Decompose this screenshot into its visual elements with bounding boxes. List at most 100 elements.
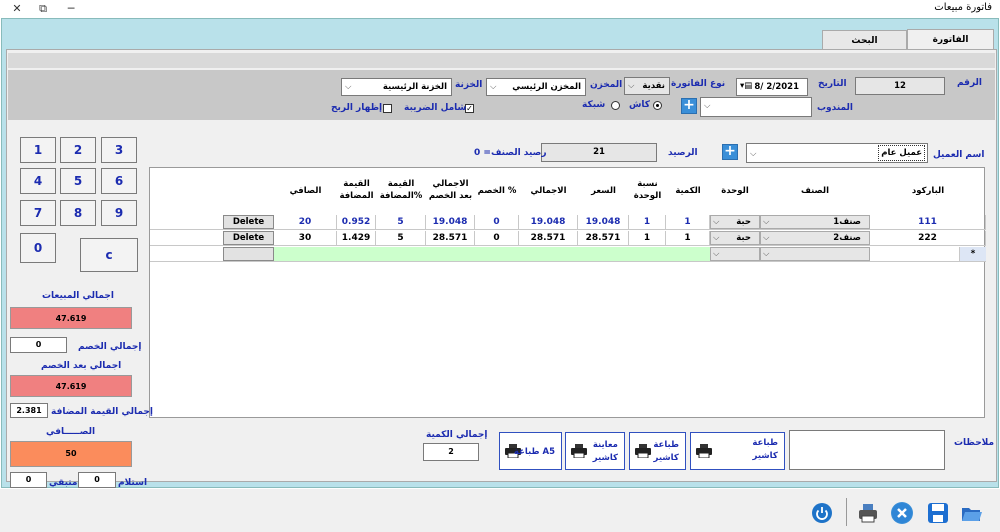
received-field[interactable]: 0 [78,472,116,488]
discount-total-field[interactable]: 0 [10,337,67,353]
cell-total[interactable]: 19.048 [519,215,578,229]
cell-discount[interactable]: 0 [475,231,519,245]
item-balance: رصيد الصنف= 0 [474,148,547,158]
key-clear[interactable]: c [80,238,138,272]
cell-net[interactable]: 20 [274,215,337,229]
table-row[interactable]: 222 ⌵ صنف2 ⌵ حبة 1 1 28.571 28.571 0 28.57… [150,231,986,246]
cell-barcode[interactable]: 111 [870,215,986,229]
print-cashier-button-2[interactable]: طباعة كاشير [629,432,686,470]
key-9[interactable]: 9 [101,200,137,226]
save-icon[interactable] [927,502,949,524]
print-cashier-2-label: طباعة كاشير [653,440,679,463]
cell-price[interactable]: 19.048 [578,215,629,229]
print-icon[interactable] [857,502,879,524]
print-cashier-button[interactable]: طباعة كاشير [690,432,785,470]
add-rep-button[interactable]: + [681,98,697,114]
show-profit-checkbox[interactable] [383,104,392,113]
network-radio[interactable] [611,101,620,110]
chevron-down-icon: ⌵ [763,233,770,243]
cell-vat[interactable]: 0.952 [337,215,376,229]
key-5[interactable]: 5 [60,168,96,194]
add-customer-button[interactable]: + [722,144,738,160]
key-2[interactable]: 2 [60,137,96,163]
balance-field[interactable]: 21 [541,143,657,162]
remaining-field[interactable]: 0 [10,472,47,488]
toolbar-separator [846,498,847,526]
chevron-down-icon: ⌵ [763,249,770,259]
key-0[interactable]: 0 [20,233,56,263]
key-7[interactable]: 7 [20,200,56,226]
received-label: استلام [118,478,148,488]
new-row-fill[interactable] [274,247,710,261]
tab-invoice[interactable]: الفاتورة [907,29,994,51]
delete-row-button[interactable]: Delete [223,231,274,245]
cell-price[interactable]: 28.571 [578,231,629,245]
invoice-type-select[interactable]: ⌵ نقدية [624,77,670,95]
cell-vat-pct[interactable]: 5 [376,231,426,245]
new-cell-barcode[interactable] [870,247,960,261]
col-header-item: الصنف [800,186,830,196]
date-picker[interactable]: 8/ 2/2021 ▾▤ [736,78,808,96]
tab-search[interactable]: البحث [822,30,907,51]
rep-select[interactable]: ⌵ [700,97,812,117]
close-icon[interactable]: ✕ [4,0,30,17]
key-3[interactable]: 3 [101,137,137,163]
cancel-icon[interactable] [891,502,913,524]
cell-qty[interactable]: 1 [666,231,710,245]
cell-net[interactable]: 30 [274,231,337,245]
title-bar: ✕ ⧉ ─ فاتورة مبيعات [0,0,1000,17]
calendar-icon[interactable]: ▾▤ [740,81,752,91]
safe-select[interactable]: ⌵ الخزنة الرئيسية [341,78,452,96]
cell-unit-select[interactable]: ⌵ حبة [710,215,760,229]
open-folder-icon[interactable] [960,502,982,524]
key-6[interactable]: 6 [101,168,137,194]
key-1[interactable]: 1 [20,137,56,163]
bottom-toolbar [0,489,1000,532]
key-4[interactable]: 4 [20,168,56,194]
date-label: التاريخ [818,79,847,89]
minimize-icon[interactable]: ─ [58,0,84,17]
rep-label: المندوب [817,103,854,113]
new-row[interactable]: * ⌵ ⌵ [150,247,986,262]
cell-ratio[interactable]: 1 [629,215,666,229]
cell-after-discount[interactable]: 28.571 [426,231,475,245]
new-row-button[interactable] [223,247,274,261]
cell-vat[interactable]: 1.429 [337,231,376,245]
cell-barcode[interactable]: 222 [870,231,986,245]
chevron-down-icon: ⌵ [490,82,497,92]
print-a5-button[interactable]: طباعة A5 [499,432,562,470]
sales-total-value: 47.619 [10,307,132,329]
col-header-qty: الكمية [675,186,701,196]
cash-radio[interactable] [653,101,662,110]
preview-cashier-button[interactable]: معاينة كاشير [565,432,625,470]
vat-total-field[interactable]: 2.381 [10,403,48,418]
table-row[interactable]: 111 ⌵ صنف1 ⌵ حبة 1 1 19.048 19.048 0 19.04… [150,215,986,230]
new-cell-item-select[interactable]: ⌵ [760,247,870,261]
cell-vat-pct[interactable]: 5 [376,215,426,229]
printer-icon [696,444,712,458]
number-field[interactable]: 12 [855,77,945,95]
key-8[interactable]: 8 [60,200,96,226]
cell-item-select[interactable]: ⌵ صنف2 [760,231,870,245]
vat-total-label: إجمالي القيمة المضافة [51,407,153,417]
customer-select[interactable]: ⌵ عميل عام [746,143,928,163]
balance-label: الرصيد [668,148,698,158]
new-cell-unit-select[interactable]: ⌵ [710,247,760,261]
cell-after-discount[interactable]: 19.048 [426,215,475,229]
store-select[interactable]: ⌵ المخزن الرئيسي [486,78,586,96]
restore-icon[interactable]: ⧉ [30,0,56,17]
cell-ratio[interactable]: 1 [629,231,666,245]
qty-total-field[interactable]: 2 [423,443,479,461]
cell-unit-select[interactable]: ⌵ حبة [710,231,760,245]
cell-qty[interactable]: 1 [666,215,710,229]
power-icon[interactable] [811,502,833,524]
notes-field[interactable] [789,430,945,470]
cell-discount[interactable]: 0 [475,215,519,229]
items-grid: الباركود الصنف الوحدة الكمية نسبة الوحدة… [149,167,986,418]
print-a5-label: طباعة A5 [513,447,555,457]
chevron-down-icon: ⌵ [345,82,352,92]
cell-item-select[interactable]: ⌵ صنف1 [760,215,870,229]
network-label: شبكة [582,100,606,110]
cell-total[interactable]: 28.571 [519,231,578,245]
delete-row-button[interactable]: Delete [223,215,274,229]
